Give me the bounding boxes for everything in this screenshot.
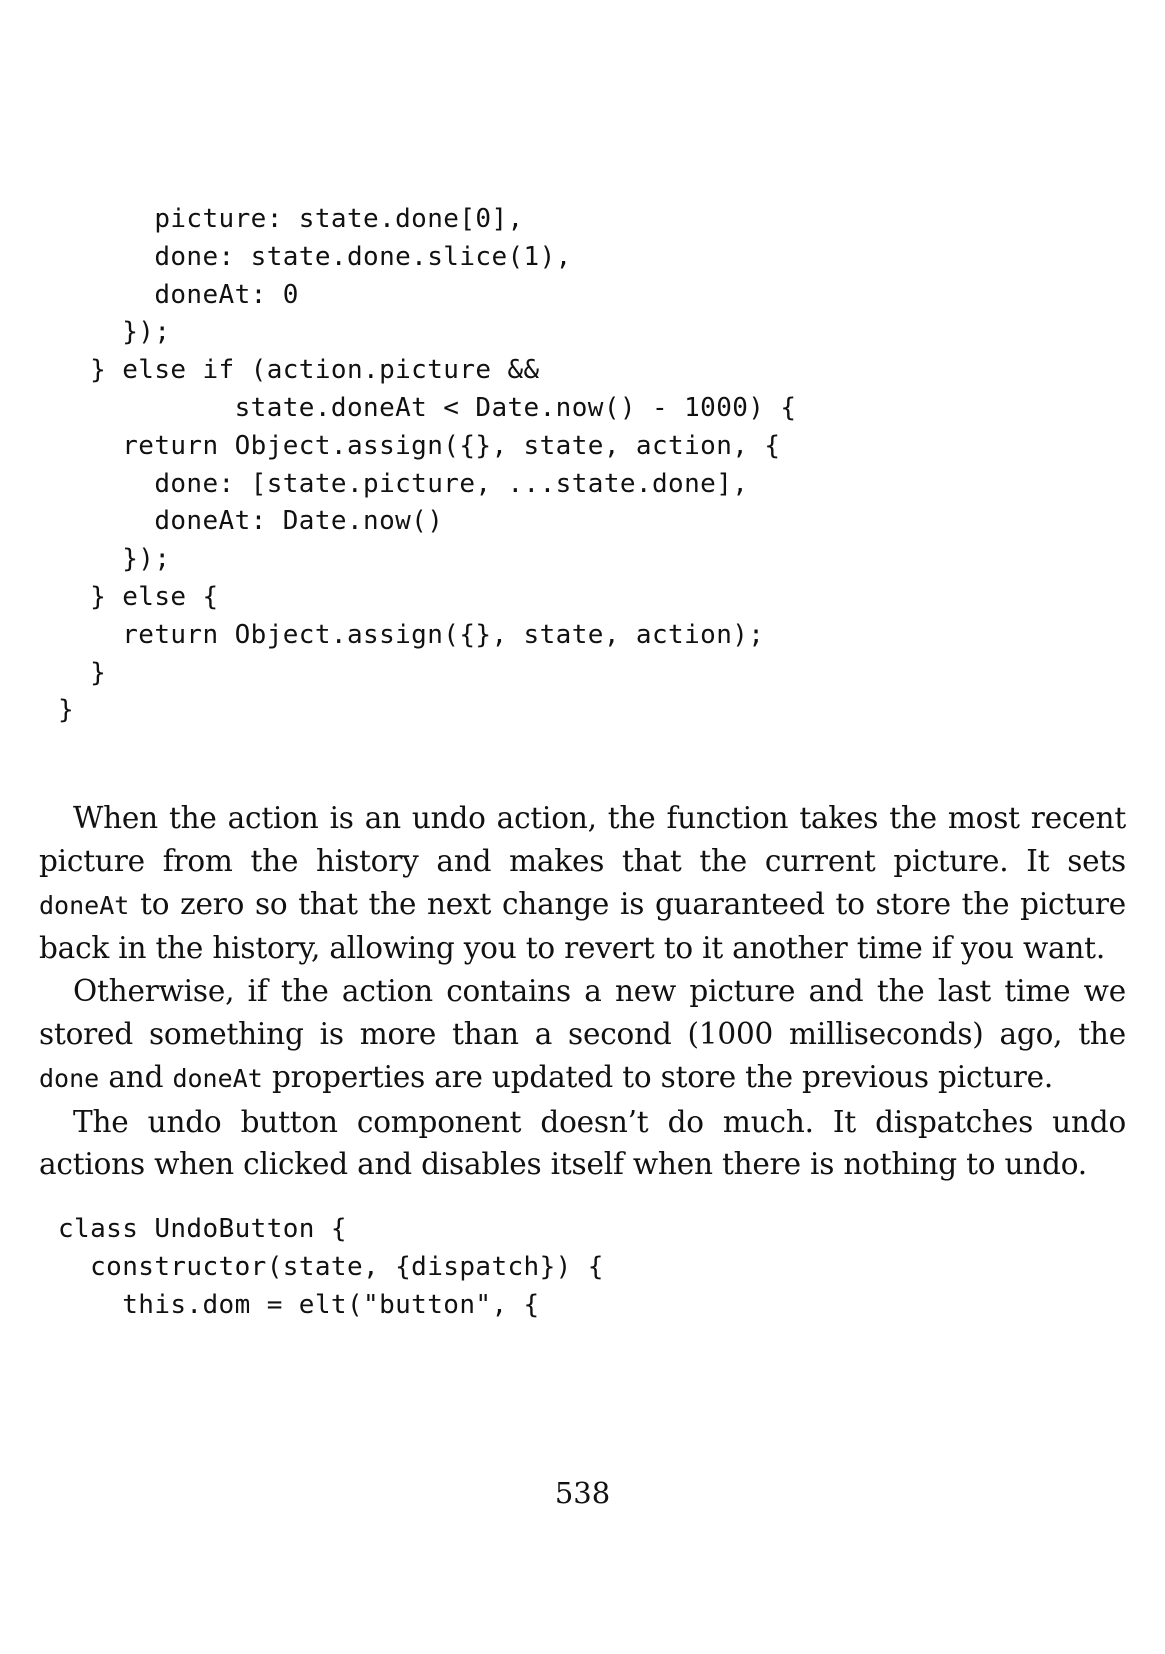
- code-line: }: [58, 695, 75, 726]
- code-line: });: [122, 544, 171, 575]
- code-line: done: state.done.slice(1),: [154, 241, 572, 272]
- code-line: picture: state.done[0],: [154, 204, 524, 234]
- code-line: class UndoButton {: [58, 1214, 347, 1244]
- code-line: }: [90, 657, 107, 688]
- inline-code: done: [39, 1063, 100, 1093]
- code-line: state.doneAt < Date.now() - 1000) {: [234, 392, 797, 423]
- code-block-bottom: class UndoButton { constructor(state, {d…: [58, 1211, 604, 1324]
- paragraph-undo-action: When the action is an undo action, the f…: [39, 801, 1126, 966]
- paragraph-undo-button: The undo button component doesn’t do muc…: [39, 1104, 1126, 1182]
- code-line: } else {: [90, 581, 219, 612]
- code-block-top: picture: state.done[0], done: state.done…: [58, 201, 796, 730]
- code-line: });: [122, 317, 171, 348]
- code-line: doneAt: 0: [154, 279, 299, 310]
- code-line: doneAt: Date.now(): [154, 506, 444, 537]
- inline-code: doneAt: [172, 1063, 263, 1093]
- code-line: constructor(state, {dispatch}) {: [90, 1251, 604, 1282]
- inline-code: doneAt: [39, 890, 130, 920]
- code-line: done: [state.picture, ...state.done],: [154, 468, 749, 499]
- code-line: } else if (action.picture &&: [90, 355, 540, 386]
- page-number: 538: [554, 1476, 611, 1510]
- code-line: this.dom = elt("button", {: [122, 1289, 540, 1320]
- code-line: return Object.assign({}, state, action, …: [122, 430, 781, 461]
- body-text: When the action is an undo action, the f…: [39, 797, 1126, 1186]
- paragraph-new-picture: Otherwise, if the action contains a new …: [39, 974, 1126, 1094]
- code-line: return Object.assign({}, state, action);: [122, 619, 765, 650]
